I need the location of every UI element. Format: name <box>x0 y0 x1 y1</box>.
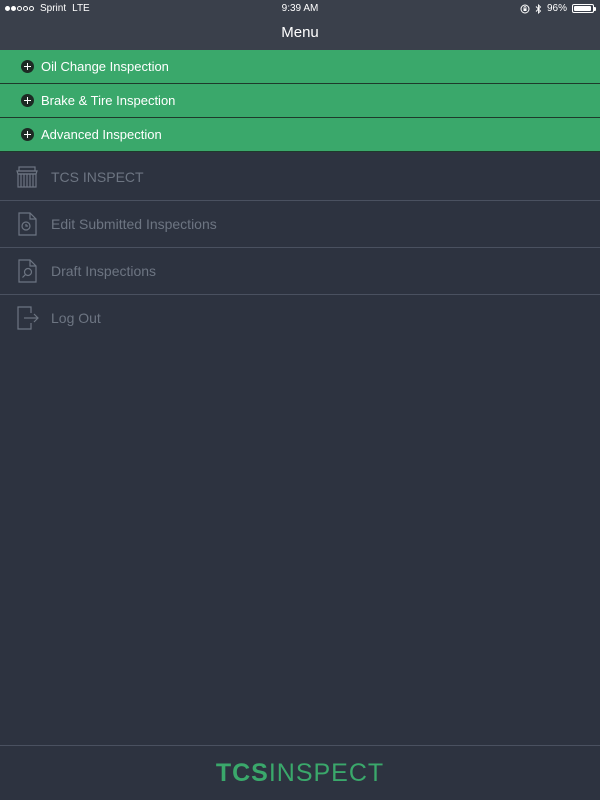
menu-item-label: Draft Inspections <box>51 263 157 279</box>
menu-item-label: Edit Submitted Inspections <box>51 216 217 232</box>
plus-icon <box>21 94 34 107</box>
menu-item-log-out[interactable]: Log Out <box>0 295 600 341</box>
battery-level <box>574 6 591 11</box>
menu-item-label: Log Out <box>51 310 101 326</box>
bluetooth-icon <box>535 3 542 14</box>
clock-document-icon <box>18 212 37 236</box>
app-logo: TCS INSPECT <box>216 759 384 788</box>
status-right: 96% <box>520 3 596 14</box>
search-document-icon <box>18 259 37 283</box>
logo-bold-text: TCS <box>215 758 269 787</box>
shop-icon <box>16 166 38 188</box>
inspection-type-list: Oil Change Inspection Brake & Tire Inspe… <box>0 50 600 152</box>
footer: TCS INSPECT <box>0 745 600 800</box>
plus-icon <box>21 128 34 141</box>
status-time: 9:39 AM <box>281 3 319 14</box>
nav-bar: Menu <box>0 18 600 50</box>
advanced-inspection-item[interactable]: Advanced Inspection <box>0 118 600 152</box>
orientation-lock-icon <box>520 4 530 13</box>
battery-icon <box>572 4 596 13</box>
page-title: Menu <box>281 24 319 41</box>
logout-icon <box>17 306 39 330</box>
menu-item-label: TCS INSPECT <box>51 169 144 185</box>
brake-tire-inspection-item[interactable]: Brake & Tire Inspection <box>0 84 600 118</box>
menu-item-tcs-inspect[interactable]: TCS INSPECT <box>0 154 600 201</box>
plus-icon <box>21 60 34 73</box>
status-bar: Sprint LTE 9:39 AM 96% <box>0 0 600 18</box>
inspection-type-label: Advanced Inspection <box>41 127 162 142</box>
logo-light-text: INSPECT <box>268 758 385 787</box>
inspection-type-label: Oil Change Inspection <box>41 59 169 74</box>
menu-list: TCS INSPECT Edit Submitted Inspections D… <box>0 154 600 341</box>
oil-change-inspection-item[interactable]: Oil Change Inspection <box>0 50 600 84</box>
inspection-type-label: Brake & Tire Inspection <box>41 93 176 108</box>
battery-percent: 96% <box>546 3 567 14</box>
menu-item-draft-inspections[interactable]: Draft Inspections <box>0 248 600 295</box>
menu-item-edit-submitted-inspections[interactable]: Edit Submitted Inspections <box>0 201 600 248</box>
